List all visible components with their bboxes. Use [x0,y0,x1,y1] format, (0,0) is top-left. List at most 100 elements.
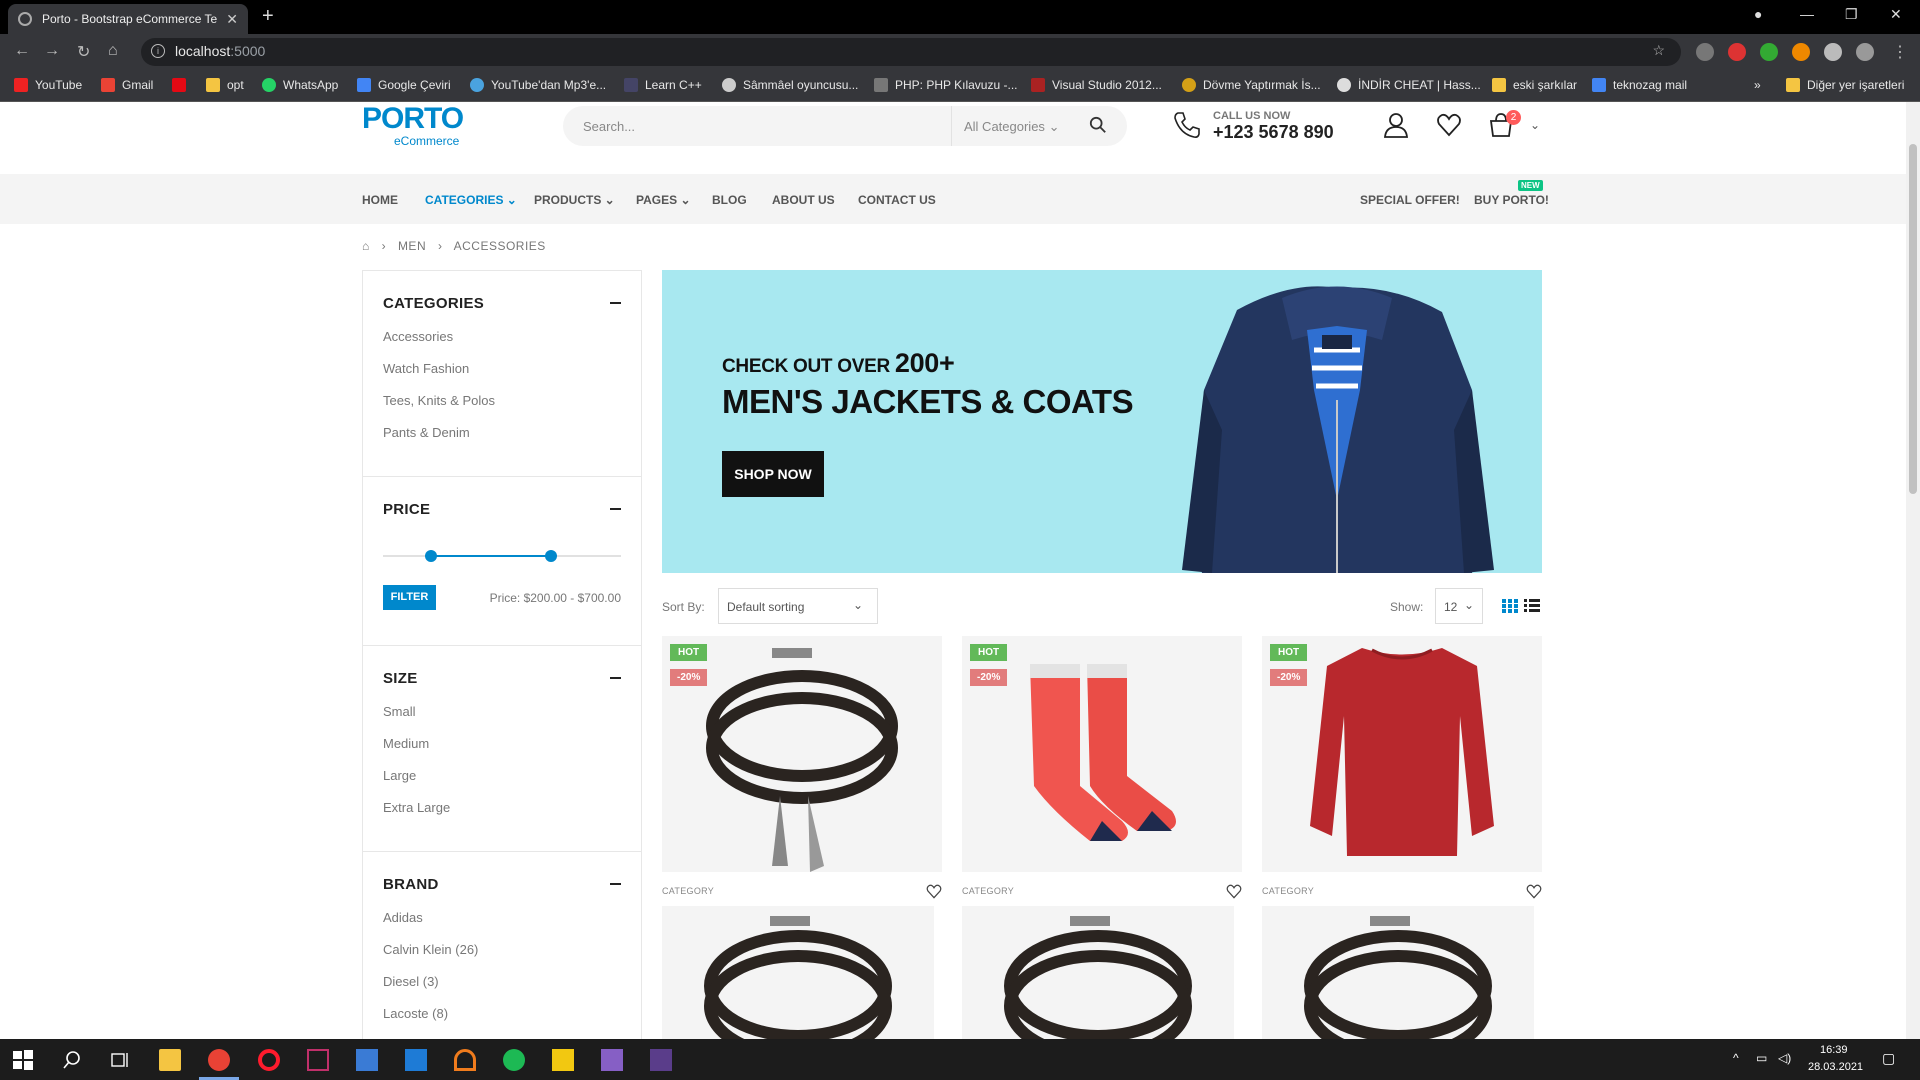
spotify-icon[interactable] [503,1049,525,1071]
brand-option[interactable]: Calvin Klein (26) [383,942,478,957]
scrollbar-thumb[interactable] [1909,144,1917,494]
minimize-icon[interactable]: — [1800,6,1814,22]
other-bookmarks-folder[interactable]: Diğer yer işaretleri [1786,78,1904,92]
product-image[interactable]: HOT -20% [1262,636,1542,872]
site-logo[interactable]: PORTO [362,102,464,136]
brand-option[interactable]: Lacoste (8) [383,1006,448,1021]
nav-about-us[interactable]: ABOUT US [772,193,835,207]
bookmark-item[interactable]: Visual Studio 2012... [1031,78,1162,92]
product-image[interactable]: HOT -20% [662,636,942,872]
shop-now-button[interactable]: SHOP NOW [722,451,824,497]
category-link[interactable]: Pants & Denim [383,425,470,440]
cart-chevron-down-icon[interactable]: ⌄ [1530,118,1540,132]
clock-date[interactable]: 28.03.2021 [1808,1061,1863,1073]
adblock-extension-icon[interactable] [1696,43,1714,61]
nav-pages[interactable]: PAGES ⌄ [636,193,691,207]
chrome-icon[interactable] [208,1049,230,1071]
extension-icon[interactable] [1728,43,1746,61]
forward-icon[interactable]: → [44,42,60,60]
more-bookmarks-icon[interactable]: » [1754,78,1761,92]
site-info-icon[interactable]: i [151,44,165,58]
add-to-wishlist-heart-icon[interactable] [1526,884,1542,899]
collapse-minus-icon[interactable] [610,883,621,885]
bookmark-item[interactable]: PHP: PHP Kılavuzu -... [874,78,1018,92]
home-icon[interactable]: ⌂ [362,239,370,253]
tab-close-icon[interactable]: ✕ [226,11,238,28]
bookmark-item[interactable]: Sâmmâel oyuncusu... [722,78,858,92]
category-link[interactable]: Tees, Knits & Polos [383,393,495,408]
size-option[interactable]: Large [383,768,416,783]
profile-menu-icon[interactable]: ● [1754,6,1762,22]
file-explorer-icon[interactable] [159,1049,181,1071]
size-option[interactable]: Medium [383,736,429,751]
app-icon[interactable] [307,1049,329,1071]
bookmark-item[interactable]: Learn C++ [624,78,702,92]
size-option[interactable]: Extra Large [383,800,450,815]
product-image[interactable]: HOT -20% [962,636,1242,872]
brand-option[interactable]: Adidas [383,910,423,925]
app-icon[interactable] [552,1049,574,1071]
bookmark-item[interactable]: Gmail [101,78,153,92]
visual-studio-icon[interactable] [601,1049,623,1071]
wishlist-heart-icon[interactable] [1436,112,1462,138]
category-select[interactable]: All Categories ⌄ [951,106,1081,146]
nav-blog[interactable]: BLOG [712,193,747,207]
volume-icon[interactable]: ◁) [1778,1051,1791,1065]
size-option[interactable]: Small [383,704,416,719]
product-category[interactable]: CATEGORY [962,886,1014,896]
nav-categories[interactable]: CATEGORIES ⌄ [425,193,517,207]
avatar[interactable] [1856,43,1874,61]
app-icon[interactable] [405,1049,427,1071]
nav-special-offer[interactable]: SPECIAL OFFER! [1360,193,1460,207]
search-icon[interactable] [61,1049,83,1071]
extension-icon[interactable] [1792,43,1810,61]
product-image[interactable] [662,906,934,1039]
home-icon[interactable]: ⌂ [108,42,118,60]
app-icon[interactable] [454,1049,476,1071]
reload-icon[interactable]: ↻ [77,42,90,62]
phone-number[interactable]: +123 5678 890 [1213,122,1334,143]
address-bar[interactable]: i localhost:5000 ☆ [141,38,1681,66]
search-input[interactable]: Search... [583,119,635,134]
nav-contact-us[interactable]: CONTACT US [858,193,936,207]
sort-select[interactable]: Default sorting ⌄ [718,588,878,624]
category-link[interactable]: Watch Fashion [383,361,469,376]
product-image[interactable] [962,906,1234,1039]
brand-option[interactable]: Diesel (3) [383,974,439,989]
bookmark-item[interactable]: Google Çeviri [357,78,451,92]
user-icon[interactable] [1383,112,1409,138]
extensions-puzzle-icon[interactable] [1824,43,1842,61]
close-window-icon[interactable]: ✕ [1890,6,1902,23]
opera-icon[interactable] [258,1049,280,1071]
back-icon[interactable]: ← [14,42,30,60]
bookmark-folder[interactable]: eski şarkılar [1492,78,1577,92]
tray-chevron-up-icon[interactable]: ^ [1733,1051,1739,1065]
collapse-minus-icon[interactable] [610,677,621,679]
bookmark-star-icon[interactable]: ☆ [1652,42,1665,59]
app-icon[interactable] [356,1049,378,1071]
nav-home[interactable]: HOME [362,193,398,207]
search-icon[interactable] [1089,116,1107,134]
bookmark-item[interactable]: YouTube'dan Mp3'e... [470,78,606,92]
bookmark-item[interactable]: Dövme Yaptırmak İs... [1182,78,1321,92]
bookmark-item[interactable]: opt [206,78,244,92]
extension-icon[interactable] [1760,43,1778,61]
bookmark-item[interactable]: YouTube [14,78,82,92]
collapse-minus-icon[interactable] [610,302,621,304]
browser-menu-icon[interactable]: ⋮ [1892,42,1908,62]
category-link[interactable]: Accessories [383,329,453,344]
windows-start-icon[interactable] [12,1049,34,1071]
browser-tab[interactable]: Porto - Bootstrap eCommerce Te ✕ [8,4,248,34]
product-category[interactable]: CATEGORY [1262,886,1314,896]
bookmark-item[interactable] [172,78,193,92]
product-image[interactable] [1262,906,1534,1039]
network-icon[interactable]: ▭ [1756,1051,1767,1065]
show-count-select[interactable]: 12 ⌄ [1435,588,1483,624]
add-to-wishlist-heart-icon[interactable] [926,884,942,899]
breadcrumb-item[interactable]: MEN [398,239,426,253]
new-tab-icon[interactable]: + [262,5,274,28]
bookmark-item[interactable]: WhatsApp [262,78,338,92]
app-icon[interactable] [650,1049,672,1071]
restore-icon[interactable]: ❐ [1845,6,1858,23]
bookmark-item[interactable]: teknozag mail [1592,78,1687,92]
